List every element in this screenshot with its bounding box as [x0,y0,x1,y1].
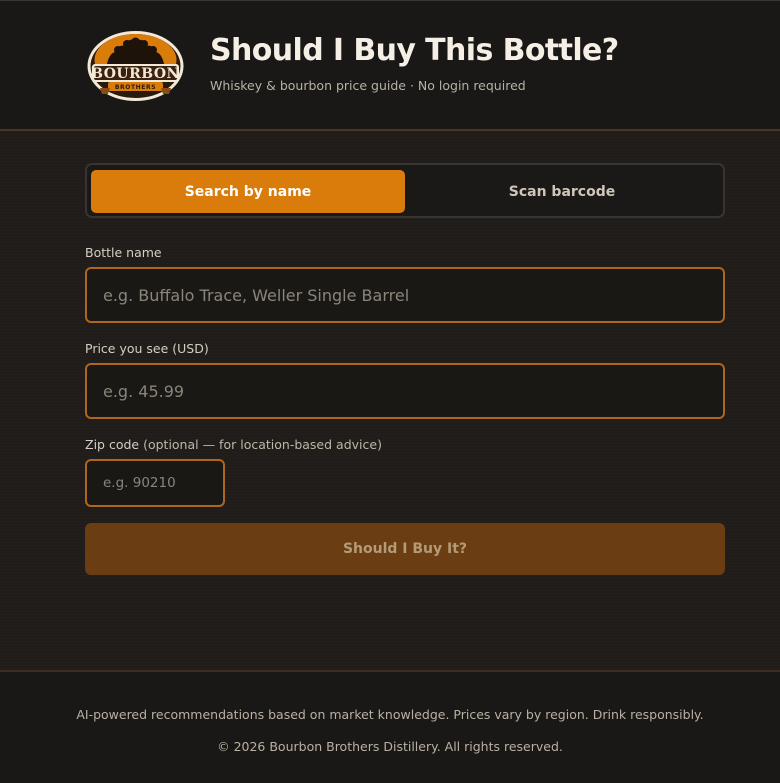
zip-code-input[interactable] [85,459,225,507]
price-input[interactable] [85,363,725,419]
logo-wordmark: BOURBON [91,66,180,82]
zip-label-text: Zip code [85,437,140,452]
tab-search-by-name[interactable]: Search by name [91,170,405,213]
price-label: Price you see (USD) [85,341,209,356]
footer-copyright: © 2026 Bourbon Brothers Distillery. All … [217,739,563,754]
tab-scan-barcode[interactable]: Scan barcode [405,170,719,213]
footer-disclaimer: AI-powered recommendations based on mark… [76,707,704,722]
page-title: Should I Buy This Bottle? [210,33,619,68]
header: BOURBON BROTHERS Should I Buy This Bottl… [0,0,780,131]
page: BOURBON BROTHERS Should I Buy This Bottl… [0,0,780,783]
bottle-name-input[interactable] [85,267,725,323]
should-i-buy-it-button[interactable]: Should I Buy It? [85,523,725,575]
logo-subword: BROTHERS [115,84,156,91]
zip-label-note: (optional — for location-based advice) [143,437,382,452]
footer: AI-powered recommendations based on mark… [0,670,780,783]
bourbon-brothers-logo: BOURBON BROTHERS [87,31,184,101]
bottle-name-label: Bottle name [85,245,162,260]
page-subtitle: Whiskey & bourbon price guide · No login… [210,78,526,93]
zip-label: Zip code (optional — for location-based … [85,437,382,452]
search-mode-tabs: Search by name Scan barcode [85,163,725,218]
